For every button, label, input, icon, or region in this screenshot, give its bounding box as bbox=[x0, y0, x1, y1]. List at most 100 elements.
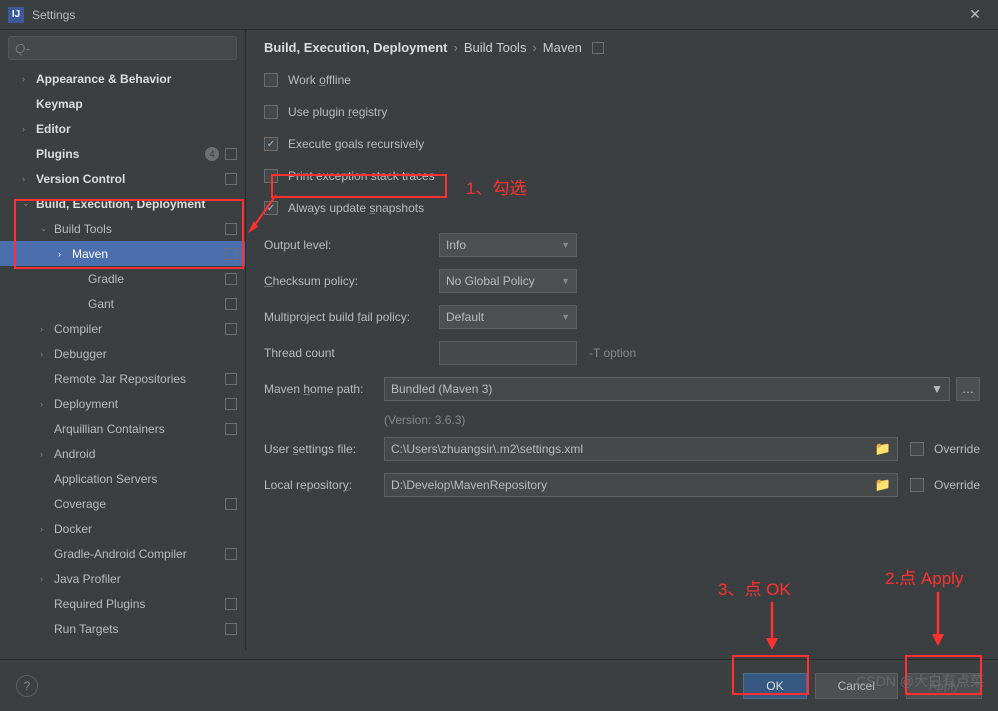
sidebar-item-label: Build, Execution, Deployment bbox=[36, 197, 205, 211]
badge: 4 bbox=[205, 147, 219, 161]
scope-icon bbox=[592, 42, 604, 54]
local-repo-value: D:\Develop\MavenRepository bbox=[391, 478, 547, 492]
local-repo-input[interactable]: D:\Develop\MavenRepository 📁 bbox=[384, 473, 898, 497]
sidebar-item-maven[interactable]: ›Maven bbox=[0, 241, 245, 266]
sidebar: ›Appearance & BehaviorKeymap›EditorPlugi… bbox=[0, 30, 246, 650]
chevron-icon: › bbox=[40, 324, 50, 334]
chevron-down-icon: ▼ bbox=[561, 312, 570, 322]
sidebar-item-appearance-behavior[interactable]: ›Appearance & Behavior bbox=[0, 66, 245, 91]
always-update-checkbox[interactable] bbox=[264, 201, 278, 215]
override-checkbox[interactable] bbox=[910, 478, 924, 492]
breadcrumb-1[interactable]: Build, Execution, Deployment bbox=[264, 40, 447, 55]
settings-tree: ›Appearance & BehaviorKeymap›EditorPlugi… bbox=[0, 66, 245, 650]
sidebar-item-gant[interactable]: Gant bbox=[0, 291, 245, 316]
folder-icon[interactable]: 📁 bbox=[875, 441, 891, 457]
checksum-select[interactable]: No Global Policy ▼ bbox=[439, 269, 577, 293]
work-offline-label: Work offline bbox=[288, 73, 351, 87]
sidebar-item-debugger[interactable]: › Debugger bbox=[0, 341, 245, 366]
plugin-registry-label: Use plugin registry bbox=[288, 105, 387, 119]
home-path-value: Bundled (Maven 3) bbox=[391, 382, 492, 396]
chevron-icon: › bbox=[22, 174, 32, 184]
print-exc-checkbox[interactable] bbox=[264, 169, 278, 183]
scope-icon bbox=[225, 298, 237, 310]
user-settings-input[interactable]: C:\Users\zhuangsir\.m2\settings.xml 📁 bbox=[384, 437, 898, 461]
sidebar-item-run-targets[interactable]: Run Targets bbox=[0, 616, 245, 641]
breadcrumb: Build, Execution, Deployment › Build Too… bbox=[264, 40, 980, 55]
sidebar-item-required-plugins[interactable]: Required Plugins bbox=[0, 591, 245, 616]
sidebar-item-label: Docker bbox=[54, 522, 92, 536]
checksum-row: Checksum policy: No Global Policy ▼ bbox=[264, 269, 980, 293]
sidebar-item-application-servers[interactable]: Application Servers bbox=[0, 466, 245, 491]
sidebar-item-compiler[interactable]: ›Compiler bbox=[0, 316, 245, 341]
sidebar-item-label: Coverage bbox=[54, 497, 106, 511]
override-checkbox[interactable] bbox=[910, 442, 924, 456]
sidebar-item-deployment[interactable]: ›Deployment bbox=[0, 391, 245, 416]
work-offline-checkbox[interactable] bbox=[264, 73, 278, 87]
breadcrumb-2[interactable]: Build Tools bbox=[464, 40, 527, 55]
app-icon: IJ bbox=[8, 7, 24, 23]
override-user-settings: Override bbox=[910, 442, 980, 456]
checkbox-row: Execute goals recursively bbox=[264, 133, 980, 155]
footer: ? OK Cancel Apply bbox=[0, 659, 998, 711]
sidebar-item-remote-jar-repositories[interactable]: Remote Jar Repositories bbox=[0, 366, 245, 391]
window-title: Settings bbox=[32, 8, 960, 22]
scope-icon bbox=[225, 323, 237, 335]
chevron-down-icon: ▼ bbox=[561, 276, 570, 286]
folder-icon[interactable]: 📁 bbox=[875, 477, 891, 493]
watermark: CSDN @大白有点菜 bbox=[856, 671, 984, 691]
sidebar-item-label: Run Targets bbox=[54, 622, 118, 636]
sidebar-item-coverage[interactable]: Coverage bbox=[0, 491, 245, 516]
checkbox-row: Always update snapshots bbox=[264, 197, 980, 219]
checkbox-row: Use plugin registry bbox=[264, 101, 980, 123]
multiproject-label: Multiproject build fail policy: bbox=[264, 310, 439, 324]
sidebar-item-keymap[interactable]: Keymap bbox=[0, 91, 245, 116]
user-settings-row: User settings file: C:\Users\zhuangsir\.… bbox=[264, 437, 980, 461]
sidebar-item-editor[interactable]: ›Editor bbox=[0, 116, 245, 141]
search-box[interactable] bbox=[8, 36, 237, 60]
chevron-icon: › bbox=[40, 449, 50, 459]
sidebar-item-docker[interactable]: › Docker bbox=[0, 516, 245, 541]
always-update-label: Always update snapshots bbox=[288, 201, 424, 215]
override-label: Override bbox=[934, 478, 980, 492]
thread-count-row: Thread count -T option bbox=[264, 341, 980, 365]
ok-button[interactable]: OK bbox=[743, 673, 806, 699]
breadcrumb-3[interactable]: Maven bbox=[543, 40, 582, 55]
sidebar-item-gradle[interactable]: Gradle bbox=[0, 266, 245, 291]
sidebar-item-label: Debugger bbox=[54, 347, 107, 361]
sidebar-item-java-profiler[interactable]: ›Java Profiler bbox=[0, 566, 245, 591]
sidebar-item-arquillian-containers[interactable]: Arquillian Containers bbox=[0, 416, 245, 441]
thread-count-input[interactable] bbox=[439, 341, 577, 365]
close-icon[interactable]: ✕ bbox=[960, 6, 990, 23]
scope-icon bbox=[225, 398, 237, 410]
sidebar-item-android[interactable]: ›Android bbox=[0, 441, 245, 466]
sidebar-item-label: Remote Jar Repositories bbox=[54, 372, 186, 386]
maven-version: (Version: 3.6.3) bbox=[384, 413, 980, 427]
help-button[interactable]: ? bbox=[16, 675, 38, 697]
breadcrumb-sep: › bbox=[453, 40, 457, 55]
output-level-label: Output level: bbox=[264, 238, 439, 252]
scope-icon bbox=[225, 623, 237, 635]
sidebar-item-label: Gradle bbox=[88, 272, 124, 286]
sidebar-item-build-execution-deployment[interactable]: ⌄Build, Execution, Deployment bbox=[0, 191, 245, 216]
breadcrumb-sep: › bbox=[532, 40, 536, 55]
sidebar-item-label: Maven bbox=[72, 247, 108, 261]
home-path-select[interactable]: Bundled (Maven 3) ▼ bbox=[384, 377, 950, 401]
scope-icon bbox=[225, 223, 237, 235]
plugin-registry-checkbox[interactable] bbox=[264, 105, 278, 119]
main: ›Appearance & BehaviorKeymap›EditorPlugi… bbox=[0, 30, 998, 650]
chevron-icon: › bbox=[40, 524, 50, 534]
exec-goals-checkbox[interactable] bbox=[264, 137, 278, 151]
sidebar-item-gradle-android-compiler[interactable]: Gradle-Android Compiler bbox=[0, 541, 245, 566]
sidebar-item-label: Plugins bbox=[36, 147, 79, 161]
chevron-icon: › bbox=[22, 74, 32, 84]
sidebar-item-build-tools[interactable]: ⌄Build Tools bbox=[0, 216, 245, 241]
multiproject-select[interactable]: Default ▼ bbox=[439, 305, 577, 329]
browse-button[interactable]: … bbox=[956, 377, 980, 401]
search-input[interactable] bbox=[15, 41, 230, 56]
titlebar: IJ Settings ✕ bbox=[0, 0, 998, 30]
sidebar-item-version-control[interactable]: ›Version Control bbox=[0, 166, 245, 191]
sidebar-item-plugins[interactable]: Plugins 4 bbox=[0, 141, 245, 166]
output-level-select[interactable]: Info ▼ bbox=[439, 233, 577, 257]
user-settings-label: User settings file: bbox=[264, 442, 384, 456]
chevron-icon: › bbox=[40, 349, 50, 359]
